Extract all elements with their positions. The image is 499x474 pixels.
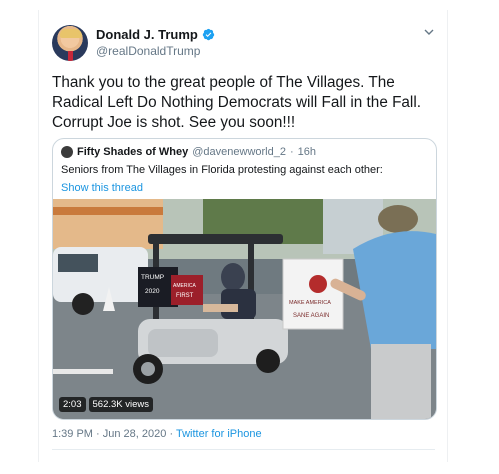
sign-make-america-text: MAKE AMERICA	[289, 300, 331, 306]
tweet-footer: 1:39 PM · Jun 28, 2020 · Twitter for iPh…	[52, 428, 262, 440]
quoted-text: Seniors from The Villages in Florida pro…	[61, 164, 383, 176]
verified-badge-icon	[202, 28, 215, 41]
quoted-handle[interactable]: @davenewworld_2	[192, 146, 286, 158]
sign-sane-again-text: SANE AGAIN	[293, 313, 329, 319]
show-thread-link[interactable]: Show this thread	[61, 182, 143, 194]
video-duration: 2:03	[59, 397, 86, 412]
quoted-avatar	[61, 146, 73, 158]
tweet-card: Donald J. Trump @realDonaldTrump Thank y…	[38, 10, 448, 462]
video-player[interactable]: TRUMP 2020 AMERICA FIRST MAKE AMERICA SA…	[53, 199, 436, 419]
footer-separator-1: ·	[96, 428, 100, 440]
quoted-tweet-header: Fifty Shades of Whey @davenewworld_2 · 1…	[61, 146, 316, 158]
footer-divider	[52, 449, 435, 450]
author-handle[interactable]: @realDonaldTrump	[96, 44, 200, 58]
avatar-hair	[60, 29, 82, 38]
quoted-tweet[interactable]: Fifty Shades of Whey @davenewworld_2 · 1…	[52, 138, 437, 420]
chevron-down-icon[interactable]	[423, 26, 435, 38]
video-frame: TRUMP 2020 AMERICA FIRST MAKE AMERICA SA…	[53, 199, 436, 419]
video-views: 562.3K views	[88, 397, 154, 412]
tweet-source-link[interactable]: Twitter for iPhone	[176, 428, 262, 440]
quoted-time[interactable]: 16h	[298, 146, 316, 158]
video-info-badge: 2:03 562.3K views	[59, 397, 156, 412]
avatar[interactable]	[52, 25, 88, 61]
sign-america-text: AMERICA	[173, 283, 196, 289]
tweet-date[interactable]: Jun 28, 2020	[103, 428, 167, 440]
author-name-row[interactable]: Donald J. Trump	[96, 27, 215, 42]
sign-2020-text: 2020	[145, 288, 160, 295]
sign-trump-text: TRUMP	[141, 274, 164, 281]
quoted-display-name[interactable]: Fifty Shades of Whey	[77, 146, 188, 158]
avatar-tie	[68, 51, 73, 61]
author-display-name[interactable]: Donald J. Trump	[96, 27, 198, 42]
footer-separator-2: ·	[169, 428, 174, 440]
sign-first-text: FIRST	[176, 293, 194, 299]
tweet-text: Thank you to the great people of The Vil…	[52, 74, 421, 131]
tweet-time[interactable]: 1:39 PM	[52, 428, 93, 440]
quoted-separator: ·	[289, 146, 294, 158]
